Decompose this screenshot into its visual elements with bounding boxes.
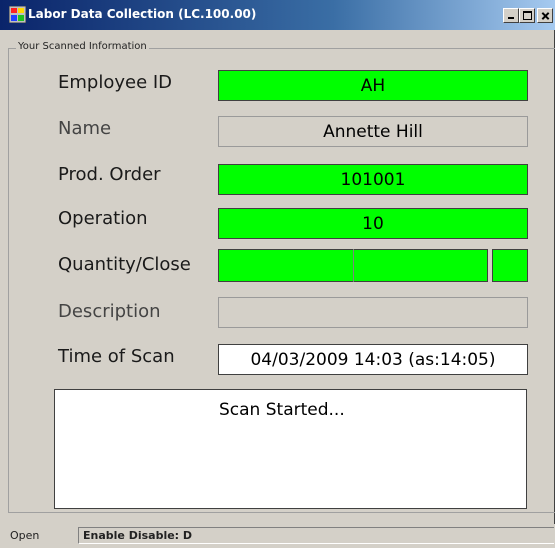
app-window: Labor Data Collection (LC.100.00) Your S… — [0, 0, 555, 548]
prod-order-value: 101001 — [340, 169, 406, 190]
description-field — [218, 297, 528, 328]
groupbox-legend: Your Scanned Information — [16, 41, 149, 52]
status-panel-text: Enable Disable: D — [83, 529, 193, 542]
time-of-scan-field[interactable]: 04/03/2009 14:03 (as:14:05) — [218, 344, 528, 375]
close-button[interactable] — [537, 8, 553, 23]
time-of-scan-label: Time of Scan — [58, 346, 175, 367]
title-buttons — [503, 8, 553, 23]
status-bar: Open Enable Disable: D — [0, 524, 555, 548]
employee-id-field[interactable]: AH — [218, 70, 528, 101]
employee-id-label: Employee ID — [58, 72, 173, 93]
quantity-close-label: Quantity/Close — [58, 254, 191, 275]
operation-field[interactable]: 10 — [218, 208, 528, 239]
title-bar[interactable]: Labor Data Collection (LC.100.00) — [0, 0, 555, 30]
scan-log-line: Scan Started... — [219, 400, 345, 420]
time-of-scan-value: 04/03/2009 14:03 (as:14:05) — [250, 349, 496, 370]
window-title: Labor Data Collection (LC.100.00) — [28, 7, 257, 21]
employee-id-value: AH — [360, 75, 386, 96]
scan-log-box[interactable]: Scan Started... — [54, 389, 527, 509]
app-window-icon — [9, 6, 26, 23]
minimize-button[interactable] — [503, 8, 519, 23]
quantity-divider — [353, 249, 354, 282]
description-label: Description — [58, 301, 161, 322]
operation-value: 10 — [362, 213, 384, 234]
status-panel: Enable Disable: D — [78, 527, 554, 544]
name-label: Name — [58, 118, 112, 139]
name-field: Annette Hill — [218, 116, 528, 147]
name-value: Annette Hill — [323, 121, 423, 142]
status-open-text: Open — [10, 529, 40, 542]
prod-order-label: Prod. Order — [58, 164, 161, 185]
close-field[interactable] — [492, 249, 528, 282]
operation-label: Operation — [58, 208, 148, 229]
prod-order-field[interactable]: 101001 — [218, 164, 528, 195]
maximize-button[interactable] — [519, 8, 535, 23]
